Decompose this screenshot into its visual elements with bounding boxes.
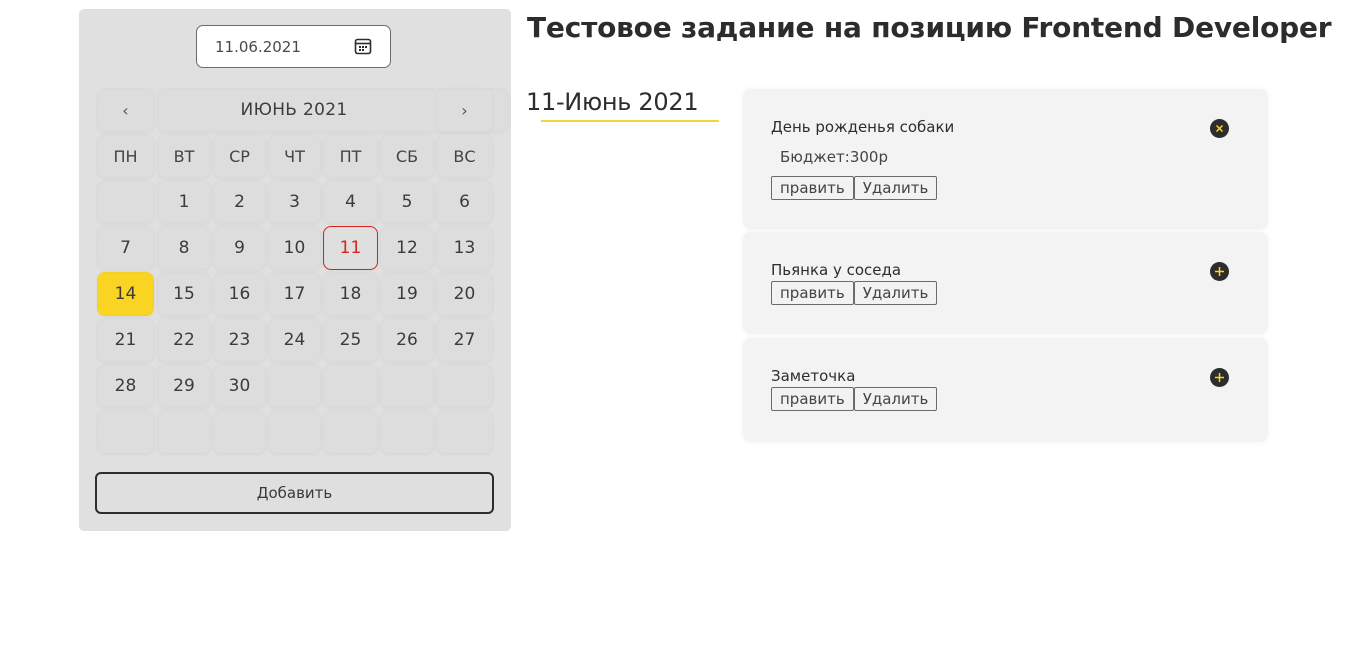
day-cell[interactable]: 19 [380,272,434,316]
day-cell[interactable]: 22 [157,318,211,362]
day-cell[interactable]: 15 [157,272,211,316]
event-name: Пьянка у соседа [771,261,902,279]
add-event-button[interactable]: Добавить [95,472,494,514]
empty-day-cell [157,410,211,454]
day-cell[interactable]: 23 [213,318,266,362]
calendar-icon[interactable] [354,37,372,59]
date-input-value: 11.06.2021 [215,38,301,56]
empty-day-cell [268,364,321,408]
heading-underline [541,120,719,122]
day-cell[interactable]: 3 [268,180,321,224]
selected-date-heading: 11-Июнь 2021 [526,88,699,116]
day-cell[interactable]: 11 [323,226,378,270]
edit-button[interactable]: править [771,387,854,411]
day-cell[interactable]: 12 [380,226,434,270]
empty-day-cell [323,410,378,454]
weekday-label: ВТ [157,134,211,178]
day-cell[interactable]: 25 [323,318,378,362]
delete-button[interactable]: Удалить [853,281,938,305]
event-card: Заметочка править Удалить [743,338,1268,442]
date-input[interactable]: 11.06.2021 [196,25,391,68]
day-cell[interactable]: 16 [213,272,266,316]
day-cell[interactable]: 21 [97,318,154,362]
calendar-panel: 11.06.2021 ‹ ИЮНЬ 2021 › ПН ВТ СР ЧТ ПТ СБ ВС 1… [79,9,511,531]
edit-button[interactable]: править [771,281,854,305]
weekday-label: ЧТ [268,134,321,178]
event-name: День рожденья собаки [771,118,955,136]
event-card: Пьянка у соседа править Удалить [743,232,1268,334]
day-cell[interactable]: 10 [268,226,321,270]
day-cell[interactable]: 8 [157,226,211,270]
day-cell[interactable]: 5 [380,180,434,224]
day-cell[interactable]: 1 [157,180,211,224]
day-cell[interactable]: 13 [436,226,493,270]
page-title: Тестовое задание на позицию Frontend Dev… [527,11,1332,44]
day-cell[interactable]: 24 [268,318,321,362]
weekday-label: ВС [436,134,493,178]
day-cell[interactable]: 20 [436,272,493,316]
empty-day-cell [436,364,493,408]
day-cell[interactable]: 17 [268,272,321,316]
empty-day-cell [213,410,266,454]
delete-button[interactable]: Удалить [853,176,938,200]
day-cell[interactable]: 27 [436,318,493,362]
day-cell[interactable]: 28 [97,364,154,408]
weekday-label: СБ [380,134,434,178]
day-cell[interactable]: 4 [323,180,378,224]
day-cell[interactable]: 14 [97,272,154,316]
empty-day-cell [268,410,321,454]
day-cell[interactable]: 9 [213,226,266,270]
empty-day-cell [97,410,154,454]
day-cell[interactable]: 30 [213,364,266,408]
weekday-label: СР [213,134,266,178]
day-cell[interactable]: 2 [213,180,266,224]
day-cell[interactable]: 6 [436,180,493,224]
weekday-label: ПН [97,134,154,178]
event-budget: Бюджет:300р [780,148,888,166]
prev-month-button[interactable]: ‹ [97,88,154,132]
close-icon[interactable] [1210,119,1229,138]
empty-day-cell [97,180,154,224]
plus-icon[interactable] [1210,368,1229,387]
empty-day-cell [380,410,434,454]
edit-button[interactable]: править [771,176,854,200]
day-cell[interactable]: 7 [97,226,154,270]
weekday-label: ПТ [323,134,378,178]
plus-icon[interactable] [1210,262,1229,281]
month-label: ИЮНЬ 2021 [240,100,348,120]
next-month-button[interactable]: › [436,88,493,132]
day-cell[interactable]: 18 [323,272,378,316]
delete-button[interactable]: Удалить [853,387,938,411]
event-card: День рожденья собаки Бюджет:300р править… [743,89,1268,229]
empty-day-cell [436,410,493,454]
empty-day-cell [323,364,378,408]
event-name: Заметочка [771,367,856,385]
day-cell[interactable]: 26 [380,318,434,362]
empty-day-cell [380,364,434,408]
day-cell[interactable]: 29 [157,364,211,408]
